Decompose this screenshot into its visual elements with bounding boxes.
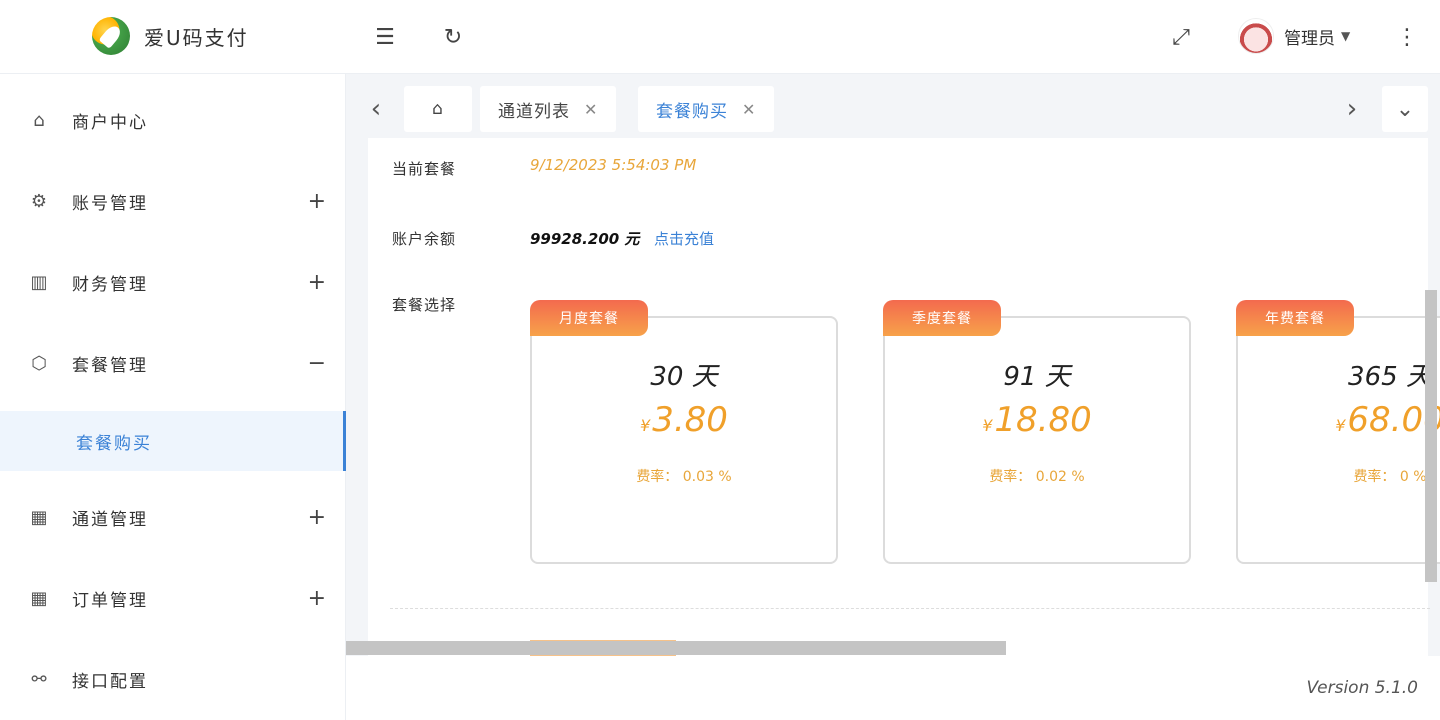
sidebar-item-label: 订单管理 <box>72 590 148 611</box>
package-select-label: 套餐选择 <box>392 296 457 314</box>
collapse-icon[interactable]: ☰ <box>370 22 400 52</box>
refresh-icon[interactable]: ↻ <box>438 22 468 52</box>
sidebar: ⌂ 商户中心 ⚙ 账号管理 + ▥ 财务管理 + ⬡ 套餐管理 − 套餐购买 ▦… <box>0 74 346 720</box>
package-days: 91 天 <box>1003 362 1071 392</box>
expand-icon: + <box>307 188 326 214</box>
expand-icon: + <box>307 504 326 530</box>
brand-logo[interactable]: 爱U码支付 <box>92 17 249 55</box>
sidebar-item-account[interactable]: ⚙ 账号管理 + <box>0 171 346 231</box>
tab-bar: ‹ ⌂ 通道列表 ✕ 套餐购买 ✕ › ⌄ <box>346 74 1440 138</box>
expand-icon: + <box>307 269 326 295</box>
avatar <box>1238 18 1274 54</box>
sidebar-item-label: 通道管理 <box>72 509 148 530</box>
top-bar: 爱U码支付 ☰ ↻ ⤢ 管理员 ▼ ⋮ <box>0 0 1440 74</box>
package-price-value: 3.80 <box>652 400 728 440</box>
package-rate: 费率： 0.02 % <box>989 469 1085 485</box>
yen-symbol: ¥ <box>1335 416 1346 435</box>
expand-icon: + <box>307 585 326 611</box>
yen-symbol: ¥ <box>640 416 651 435</box>
package-price-value: 18.80 <box>994 400 1092 440</box>
package-rate: 费率： 0 % <box>1353 469 1427 485</box>
rocket-logo-icon <box>92 17 130 55</box>
balance-value: 99928.200 元 <box>530 230 640 248</box>
divider <box>390 608 1430 609</box>
sidebar-item-label: 账号管理 <box>72 193 148 214</box>
more-icon[interactable]: ⋮ <box>1392 22 1422 52</box>
fullscreen-icon[interactable]: ⤢ <box>1166 22 1196 52</box>
finance-icon: ▥ <box>30 271 48 293</box>
package-ribbon: 月度套餐 <box>530 300 648 336</box>
sidebar-item-label: 接口配置 <box>72 671 148 692</box>
balance-label: 账户余额 <box>392 230 457 248</box>
close-icon[interactable]: ✕ <box>742 100 756 119</box>
sidebar-item-channel[interactable]: ▦ 通道管理 + <box>0 487 346 547</box>
user-name: 管理员 <box>1284 28 1335 49</box>
caret-down-icon: ▼ <box>1341 29 1351 43</box>
tab-package-buy[interactable]: 套餐购买 ✕ <box>638 86 775 132</box>
sidebar-item-label: 商户中心 <box>72 112 148 133</box>
tab-home[interactable]: ⌂ <box>404 86 472 132</box>
package-card-quarterly[interactable]: 季度套餐 91 天 ¥18.80 费率： 0.02 % <box>883 300 1191 564</box>
apps-icon: ▦ <box>30 506 48 528</box>
home-icon: ⌂ <box>33 109 45 131</box>
package-card-yearly[interactable]: 年费套餐 365 天 ¥68.00 费率： 0 % <box>1236 300 1440 564</box>
close-icon[interactable]: ✕ <box>584 100 598 119</box>
sidebar-item-merchant-center[interactable]: ⌂ 商户中心 <box>0 90 346 150</box>
tab-label: 通道列表 <box>498 101 570 122</box>
current-package-value: 9/12/2023 5:54:03 PM <box>530 156 697 174</box>
package-rate: 费率： 0.03 % <box>636 469 732 485</box>
version-text: Version 5.1.0 <box>1306 678 1419 698</box>
tab-next-icon[interactable]: › <box>1332 86 1372 132</box>
sidebar-item-package[interactable]: ⬡ 套餐管理 − <box>0 333 346 393</box>
package-price: ¥68.00 <box>1238 400 1440 440</box>
collapse-icon: − <box>307 350 326 376</box>
sidebar-subitem-label: 套餐购买 <box>76 433 152 454</box>
user-menu[interactable]: 管理员 ▼ <box>1238 18 1350 54</box>
package-ribbon: 年费套餐 <box>1236 300 1354 336</box>
sidebar-item-api[interactable]: ⚯ 接口配置 <box>0 649 346 709</box>
package-days: 30 天 <box>650 362 718 392</box>
package-price: ¥18.80 <box>885 400 1189 440</box>
content-area: 当前套餐 9/12/2023 5:54:03 PM 账户余额 99928.200… <box>346 138 1440 656</box>
tab-menu-chevron-down-icon[interactable]: ⌄ <box>1382 86 1428 132</box>
package-panel: 当前套餐 9/12/2023 5:54:03 PM 账户余额 99928.200… <box>368 138 1440 656</box>
package-card-monthly[interactable]: 月度套餐 30 天 ¥3.80 费率： 0.03 % <box>530 300 838 564</box>
link-icon: ⚯ <box>31 668 47 690</box>
yen-symbol: ¥ <box>982 416 993 435</box>
tab-prev-icon[interactable]: ‹ <box>356 86 396 132</box>
tab-channel-list[interactable]: 通道列表 ✕ <box>480 86 617 132</box>
apps-icon: ▦ <box>30 587 48 609</box>
home-icon: ⌂ <box>432 99 444 119</box>
gear-icon: ⚙ <box>30 190 48 212</box>
brand-name: 爱U码支付 <box>144 25 249 50</box>
horizontal-scrollbar[interactable] <box>346 641 1006 655</box>
vertical-scrollbar[interactable] <box>1425 290 1437 582</box>
sidebar-item-finance[interactable]: ▥ 财务管理 + <box>0 252 346 312</box>
package-ribbon: 季度套餐 <box>883 300 1001 336</box>
tab-label: 套餐购买 <box>656 101 728 122</box>
recharge-link[interactable]: 点击充值 <box>654 228 714 249</box>
current-package-label: 当前套餐 <box>392 160 457 178</box>
sidebar-item-label: 财务管理 <box>72 274 148 295</box>
sidebar-subitem-package-buy[interactable]: 套餐购买 <box>0 411 346 471</box>
box-icon: ⬡ <box>31 352 47 374</box>
sidebar-item-label: 套餐管理 <box>72 355 148 376</box>
package-days: 365 天 <box>1348 362 1432 392</box>
sidebar-item-order[interactable]: ▦ 订单管理 + <box>0 568 346 628</box>
package-price: ¥3.80 <box>532 400 836 440</box>
